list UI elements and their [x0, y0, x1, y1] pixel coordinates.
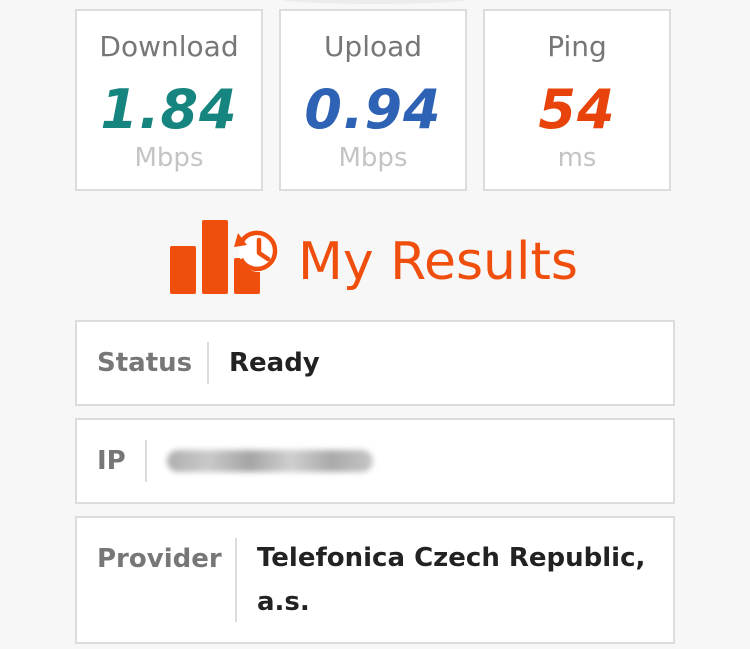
ip-divider	[145, 440, 147, 482]
provider-divider	[235, 538, 237, 622]
upload-label: Upload	[323, 30, 423, 63]
ping-value: 54	[538, 78, 616, 141]
ping-stat: Ping 54 ms	[483, 9, 671, 191]
provider-value: Telefonica Czech Republic, a.s.	[257, 543, 646, 617]
ping-label: Ping	[547, 30, 607, 63]
results-title: My Results	[298, 232, 578, 292]
my-results-header: My Results	[168, 212, 608, 302]
upload-value: 0.94	[304, 78, 442, 141]
download-unit: Mbps	[134, 143, 204, 173]
provider-row: Provider Telefonica Czech Republic, a.s.	[75, 516, 675, 644]
upload-stat: Upload 0.94 Mbps	[279, 9, 467, 191]
top-edge-shadow	[280, 0, 470, 4]
ip-label: IP	[97, 446, 126, 476]
status-row: Status Ready	[75, 320, 675, 406]
results-history-icon	[170, 220, 279, 294]
status-divider	[207, 342, 209, 384]
ip-value-redacted	[167, 450, 373, 472]
status-value: Ready	[229, 348, 320, 378]
status-label: Status	[97, 348, 193, 378]
ping-unit: ms	[557, 143, 597, 173]
speed-stats: Download 1.84 Mbps Upload 0.94 Mbps Ping…	[75, 9, 675, 194]
download-label: Download	[99, 30, 239, 63]
provider-label: Provider	[97, 544, 222, 574]
download-value: 1.84	[100, 78, 238, 141]
download-stat: Download 1.84 Mbps	[75, 9, 263, 191]
ip-row: IP	[75, 418, 675, 504]
upload-unit: Mbps	[338, 143, 408, 173]
